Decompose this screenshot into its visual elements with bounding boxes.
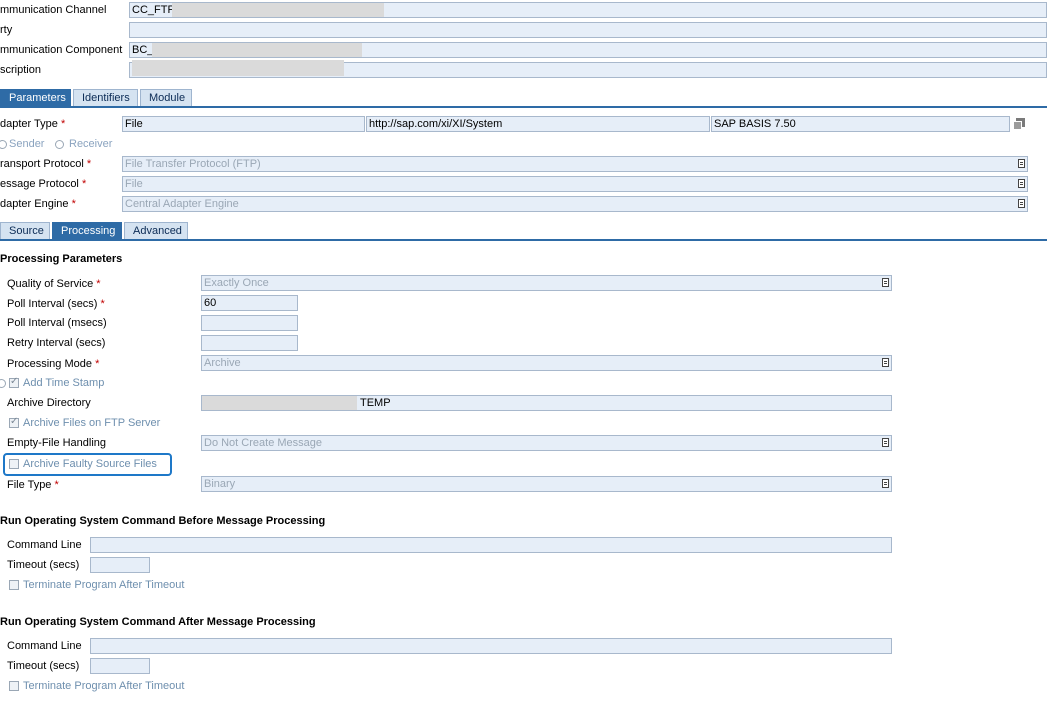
redacted-area — [152, 43, 362, 57]
processing-mode-select[interactable]: Archive — [201, 355, 892, 371]
processing-parameters-title: Processing Parameters — [0, 253, 123, 265]
description-label: scription — [0, 64, 41, 76]
retry-interval-label: Retry Interval (secs) — [7, 337, 106, 349]
poll-interval-msecs-input[interactable] — [201, 315, 298, 331]
qos-label: Quality of Service * — [7, 278, 101, 290]
adapter-type-field[interactable]: File — [122, 116, 365, 132]
before-terminate-checkbox[interactable] — [9, 580, 19, 590]
redacted-area — [202, 396, 357, 410]
before-command-title: Run Operating System Command Before Mess… — [0, 515, 326, 527]
after-timeout-input[interactable] — [90, 658, 150, 674]
before-timeout-label: Timeout (secs) — [7, 559, 80, 571]
receiver-label: Receiver — [69, 138, 113, 150]
message-protocol-select[interactable]: File — [122, 176, 1028, 192]
adapter-engine-label: dapter Engine * — [0, 198, 76, 210]
tab-parameters[interactable]: Parameters — [0, 89, 71, 106]
after-command-title: Run Operating System Command After Messa… — [0, 616, 316, 628]
party-field[interactable] — [129, 22, 1047, 38]
main-tab-underline — [0, 106, 1047, 108]
dropdown-icon[interactable] — [1018, 199, 1025, 208]
empty-file-handling-select[interactable]: Do Not Create Message — [201, 435, 892, 451]
file-type-label: File Type * — [7, 479, 59, 491]
transport-protocol-label: ransport Protocol * — [0, 158, 92, 170]
archive-directory-label: Archive Directory — [7, 397, 91, 409]
after-command-line-label: Command Line — [7, 640, 82, 652]
redacted-area — [132, 60, 344, 76]
before-timeout-input[interactable] — [90, 557, 150, 573]
add-timestamp-label: Add Time Stamp — [23, 377, 105, 389]
dropdown-icon[interactable] — [1018, 179, 1025, 188]
retry-interval-input[interactable] — [201, 335, 298, 351]
dropdown-icon[interactable] — [1018, 159, 1025, 168]
redacted-area — [172, 3, 384, 17]
poll-interval-secs-input[interactable]: 60 — [201, 295, 298, 311]
archive-ftp-checkbox[interactable] — [9, 416, 19, 428]
before-command-line-label: Command Line — [7, 539, 82, 551]
dropdown-icon[interactable] — [882, 358, 889, 367]
tab-identifiers[interactable]: Identifiers — [73, 89, 138, 106]
transport-protocol-select[interactable]: File Transfer Protocol (FTP) — [122, 156, 1028, 172]
tab-module[interactable]: Module — [140, 89, 192, 106]
archive-faulty-checkbox[interactable] — [9, 459, 19, 469]
archive-faulty-label: Archive Faulty Source Files — [23, 458, 157, 470]
sub-tab-underline — [0, 239, 1047, 241]
add-timestamp-radio[interactable] — [0, 379, 6, 388]
after-terminate-label: Terminate Program After Timeout — [23, 680, 185, 692]
copy-icon[interactable] — [1013, 118, 1025, 130]
file-type-select[interactable]: Binary — [201, 476, 892, 492]
dropdown-icon[interactable] — [882, 278, 889, 287]
archive-ftp-label: Archive Files on FTP Server — [23, 417, 161, 429]
communication-channel-label: mmunication Channel — [0, 4, 107, 16]
processing-mode-label: Processing Mode * — [7, 358, 100, 370]
sender-label: Sender — [9, 138, 45, 150]
before-command-line-input[interactable] — [90, 537, 892, 553]
before-terminate-label: Terminate Program After Timeout — [23, 579, 185, 591]
adapter-swc-field[interactable]: SAP BASIS 7.50 — [711, 116, 1010, 132]
adapter-type-label: dapter Type * — [0, 118, 66, 130]
receiver-radio[interactable] — [55, 140, 64, 149]
main-tabstrip: Parameters Identifiers Module — [0, 89, 1047, 107]
after-terminate-checkbox[interactable] — [9, 681, 19, 691]
message-protocol-label: essage Protocol * — [0, 178, 87, 190]
tab-advanced[interactable]: Advanced — [124, 222, 188, 239]
tab-source[interactable]: Source — [0, 222, 50, 239]
sender-radio[interactable] — [0, 140, 7, 149]
empty-file-handling-label: Empty-File Handling — [7, 437, 107, 449]
communication-component-label: mmunication Component — [0, 44, 123, 56]
tab-processing[interactable]: Processing — [52, 222, 122, 239]
party-label: rty — [0, 24, 13, 36]
sub-tabstrip: Source Processing Advanced — [0, 222, 1047, 240]
after-command-line-input[interactable] — [90, 638, 892, 654]
poll-interval-secs-label: Poll Interval (secs) * — [7, 298, 105, 310]
dropdown-icon[interactable] — [882, 438, 889, 447]
qos-select[interactable]: Exactly Once — [201, 275, 892, 291]
add-timestamp-checkbox[interactable] — [9, 376, 19, 388]
adapter-engine-select[interactable]: Central Adapter Engine — [122, 196, 1028, 212]
poll-interval-msecs-label: Poll Interval (msecs) — [7, 317, 107, 329]
adapter-namespace-field[interactable]: http://sap.com/xi/XI/System — [366, 116, 710, 132]
dropdown-icon[interactable] — [882, 479, 889, 488]
after-timeout-label: Timeout (secs) — [7, 660, 80, 672]
